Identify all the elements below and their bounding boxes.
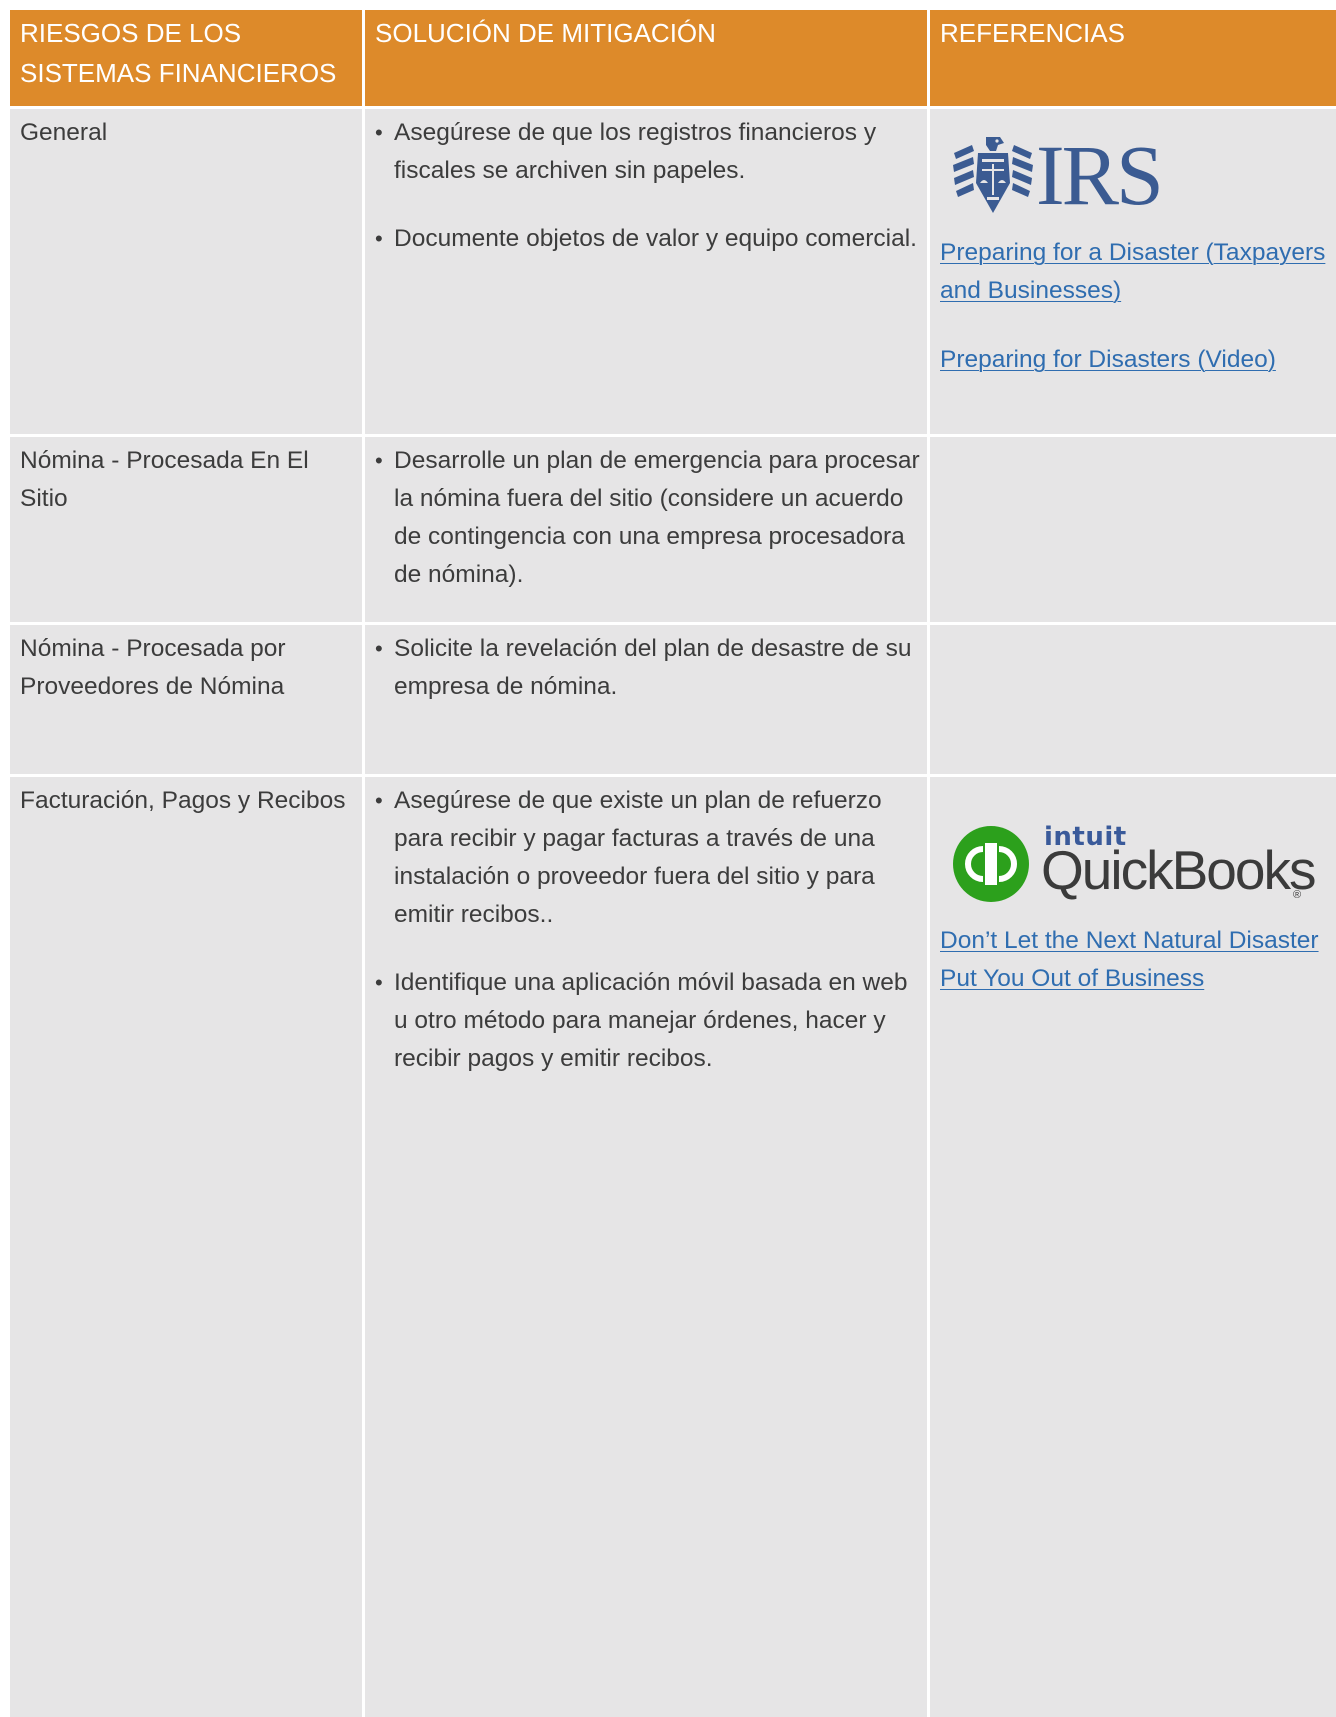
solution-cell-payroll-onsite: • Desarrolle un plan de emergencia para … <box>365 437 927 622</box>
solution-cell-general: • Asegúrese de que los registros financi… <box>365 109 927 434</box>
list-item: • Asegúrese de que existe un plan de ref… <box>375 782 921 934</box>
references-cell-general: IRS Preparing for a Disaster (Taxpayers … <box>930 109 1336 434</box>
solution-cell-payroll-providers: • Solicite la revelación del plan de des… <box>365 625 927 774</box>
bullet-icon: • <box>375 226 383 251</box>
list-item: • Solicite la revelación del plan de des… <box>375 630 921 706</box>
references-cell-billing: intuit QuickBooks ® Don’t Let the Next N… <box>930 777 1336 1717</box>
bullet-icon: • <box>375 788 383 813</box>
list-item: • Desarrolle un plan de emergencia para … <box>375 442 921 594</box>
quickbooks-qb-icon <box>953 826 1029 902</box>
irs-eagle-icon <box>953 137 1033 213</box>
link-dont-let-next-natural-disaster[interactable]: Don’t Let the Next Natural Disaster Put … <box>940 922 1332 998</box>
list-item: • Identifique una aplicación móvil basad… <box>375 964 921 1078</box>
solution-cell-billing: • Asegúrese de que existe un plan de ref… <box>365 777 927 1717</box>
header-solution: SOLUCIÓN DE MITIGACIÓN <box>365 10 927 106</box>
header-risks: RIESGOS DE LOS SISTEMAS FINANCIEROS <box>10 10 362 106</box>
link-preparing-for-a-disaster[interactable]: Preparing for a Disaster (Taxpayers and … <box>940 234 1332 310</box>
bullet-icon: • <box>375 448 383 473</box>
list-item: • Documente objetos de valor y equipo co… <box>375 220 921 258</box>
risk-mitigation-table: RIESGOS DE LOS SISTEMAS FINANCIEROS SOLU… <box>10 10 1336 1717</box>
registered-mark-icon: ® <box>1293 889 1302 901</box>
bullet-icon: • <box>375 120 383 145</box>
quickbooks-logo: intuit QuickBooks ® <box>952 800 1332 910</box>
risk-cell-payroll-providers: Nómina - Procesada por Proveedores de Nó… <box>10 625 362 774</box>
bullet-icon: • <box>375 636 383 661</box>
risk-cell-billing: Facturación, Pagos y Recibos <box>10 777 362 1717</box>
bullet-icon: • <box>375 970 383 995</box>
list-item: • Asegúrese de que los registros financi… <box>375 114 921 190</box>
link-preparing-for-disasters-video[interactable]: Preparing for Disasters (Video) <box>940 341 1332 379</box>
irs-logo: IRS <box>952 127 1332 223</box>
risk-cell-payroll-onsite: Nómina - Procesada En El Sitio <box>10 437 362 622</box>
references-cell-payroll-providers <box>930 625 1336 774</box>
references-cell-payroll-onsite <box>930 437 1336 622</box>
risk-cell-general: General <box>10 109 362 434</box>
header-references: REFERENCIAS <box>930 10 1336 106</box>
